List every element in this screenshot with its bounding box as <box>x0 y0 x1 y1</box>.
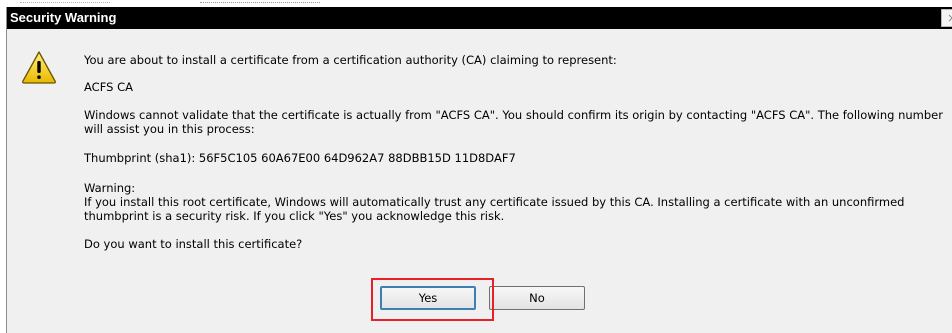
ca-name: ACFS CA <box>84 80 133 94</box>
dialog-title: Security Warning <box>10 10 117 25</box>
background-window-strip <box>0 0 952 7</box>
security-warning-dialog: Security Warning × You are about to inst… <box>6 7 952 333</box>
close-icon: × <box>947 11 952 25</box>
thumbprint-text: Thumbprint (sha1): 56F5C105 60A67E00 64D… <box>84 151 516 165</box>
yes-button[interactable]: Yes <box>380 286 476 310</box>
install-question: Do you want to install this certificate? <box>84 237 303 251</box>
background-artifact <box>20 1 110 3</box>
warning-heading: Warning: <box>84 181 136 195</box>
intro-text: You are about to install a certificate f… <box>84 53 617 67</box>
no-button[interactable]: No <box>489 286 585 310</box>
validate-text: Windows cannot validate that the certifi… <box>84 108 943 136</box>
background-artifact <box>200 0 320 3</box>
close-button[interactable]: × <box>941 9 952 27</box>
warning-triangle-icon <box>22 51 56 84</box>
warning-text: If you install this root certificate, Wi… <box>84 195 905 223</box>
dialog-titlebar[interactable]: Security Warning × <box>7 7 952 29</box>
